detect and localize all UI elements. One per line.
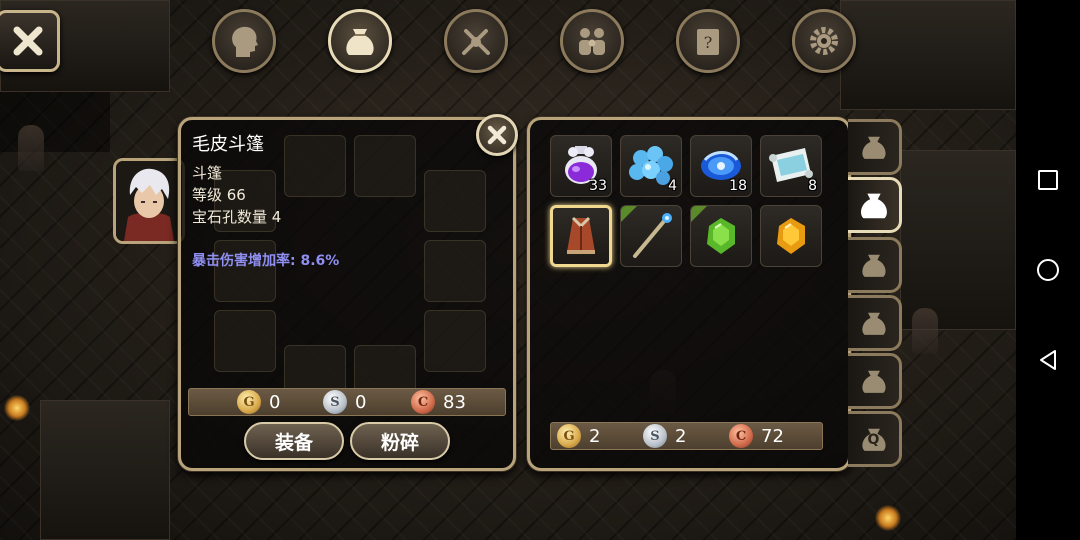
head-silhouette-icon xyxy=(232,26,258,57)
bag-tab-3[interactable] xyxy=(848,237,902,293)
item-name: 毛皮斗篷 xyxy=(192,134,264,155)
quest-scroll-icon: ? xyxy=(697,29,719,55)
copper-coin-icon: C xyxy=(729,424,753,448)
item-value-bar: G 0 S 0 C 83 xyxy=(188,388,506,416)
sack-icon xyxy=(861,254,886,277)
copper-value: C 83 xyxy=(411,390,466,414)
close-icon xyxy=(13,26,43,56)
sack-icon xyxy=(346,29,374,55)
cloak-icon xyxy=(567,216,595,254)
inventory-slot-blue-orbs[interactable]: 4 xyxy=(620,135,682,197)
silver-amount: 0 xyxy=(355,391,367,413)
bag-tab-1[interactable] xyxy=(848,119,902,175)
player-currency-bar: G 2 S 2 C 72 xyxy=(550,422,823,450)
silver-amount: 2 xyxy=(675,425,687,447)
bag-tab-2[interactable] xyxy=(848,177,902,233)
silver-value: S 0 xyxy=(323,390,366,414)
equipment-slot xyxy=(424,170,486,232)
party-icon xyxy=(579,28,605,55)
recent-apps-button[interactable] xyxy=(1032,164,1064,196)
sack-icon xyxy=(861,370,886,393)
equipment-slot xyxy=(284,135,346,197)
copper-amount: 72 xyxy=(761,425,784,447)
square-icon xyxy=(1038,170,1058,190)
rarity-corner xyxy=(691,206,707,222)
copper-coin-icon: C xyxy=(411,390,435,414)
character-portrait[interactable] xyxy=(113,158,185,244)
close-icon xyxy=(487,125,507,145)
equipment-slot xyxy=(424,310,486,372)
equipment-slot xyxy=(354,135,416,197)
home-button[interactable] xyxy=(1032,254,1064,286)
item-quantity: 18 xyxy=(729,178,747,194)
inventory-slot-amber-gem[interactable] xyxy=(760,205,822,267)
quest-menu-button[interactable]: ? xyxy=(676,9,740,73)
equip-button[interactable]: 装备 xyxy=(244,422,344,460)
quest-tab-label: Q xyxy=(867,432,880,448)
gold-amount: 0 xyxy=(269,391,281,413)
item-quantity: 33 xyxy=(589,178,607,194)
gear-icon xyxy=(810,27,838,55)
gold-value: G 2 xyxy=(557,424,600,448)
bag-tab-5[interactable] xyxy=(848,353,902,409)
back-triangle-icon xyxy=(1040,350,1056,370)
silver-value: S 2 xyxy=(643,424,686,448)
item-level: 等级 66 xyxy=(192,186,246,204)
crossed-swords-icon xyxy=(462,29,490,55)
rarity-corner xyxy=(621,206,637,222)
item-quantity: 4 xyxy=(668,178,677,194)
inventory-slot-scroll[interactable]: 8 xyxy=(760,135,822,197)
detail-close-button[interactable] xyxy=(476,114,518,156)
close-menu-button[interactable] xyxy=(0,10,60,72)
settings-menu-button[interactable] xyxy=(792,9,856,73)
inventory-slot-blue-crystal[interactable]: 18 xyxy=(690,135,752,197)
gold-amount: 2 xyxy=(589,425,601,447)
system-navigation-bar xyxy=(1016,0,1080,540)
party-menu-button[interactable] xyxy=(560,9,624,73)
back-button[interactable] xyxy=(1032,344,1064,376)
sack-icon xyxy=(861,312,886,335)
silver-coin-icon: S xyxy=(323,390,347,414)
copper-value: C 72 xyxy=(729,424,784,448)
copper-amount: 83 xyxy=(443,391,466,413)
silver-coin-icon: S xyxy=(643,424,667,448)
item-bonus-stat: 暴击伤害增加率: 8.6% xyxy=(192,253,340,269)
quest-sack-icon: Q xyxy=(857,422,891,456)
svg-text:?: ? xyxy=(704,33,713,52)
skills-menu-button[interactable] xyxy=(444,9,508,73)
gold-coin-icon: G xyxy=(557,424,581,448)
gold-value: G 0 xyxy=(237,390,280,414)
inventory-slot-fur-cloak[interactable] xyxy=(550,205,612,267)
bag-tab-4[interactable] xyxy=(848,295,902,351)
amber-gem-icon xyxy=(777,218,805,254)
gold-coin-icon: G xyxy=(237,390,261,414)
equipment-slot xyxy=(424,240,486,302)
character-menu-button[interactable] xyxy=(212,9,276,73)
sack-icon xyxy=(860,193,887,219)
avatar xyxy=(116,161,182,241)
sack-icon xyxy=(861,136,886,159)
inventory-menu-button[interactable] xyxy=(328,9,392,73)
inventory-slot-staff[interactable] xyxy=(620,205,682,267)
item-type: 斗篷 xyxy=(192,164,223,182)
inventory-slot-purple-potion[interactable]: 33 xyxy=(550,135,612,197)
item-socket-count: 宝石孔数量 4 xyxy=(192,208,282,226)
shatter-button[interactable]: 粉碎 xyxy=(350,422,450,460)
equipment-slot xyxy=(214,310,276,372)
bag-tab-quest[interactable]: Q xyxy=(848,411,902,467)
circle-icon xyxy=(1037,259,1059,281)
inventory-slot-green-gem[interactable] xyxy=(690,205,752,267)
item-quantity: 8 xyxy=(808,178,817,194)
